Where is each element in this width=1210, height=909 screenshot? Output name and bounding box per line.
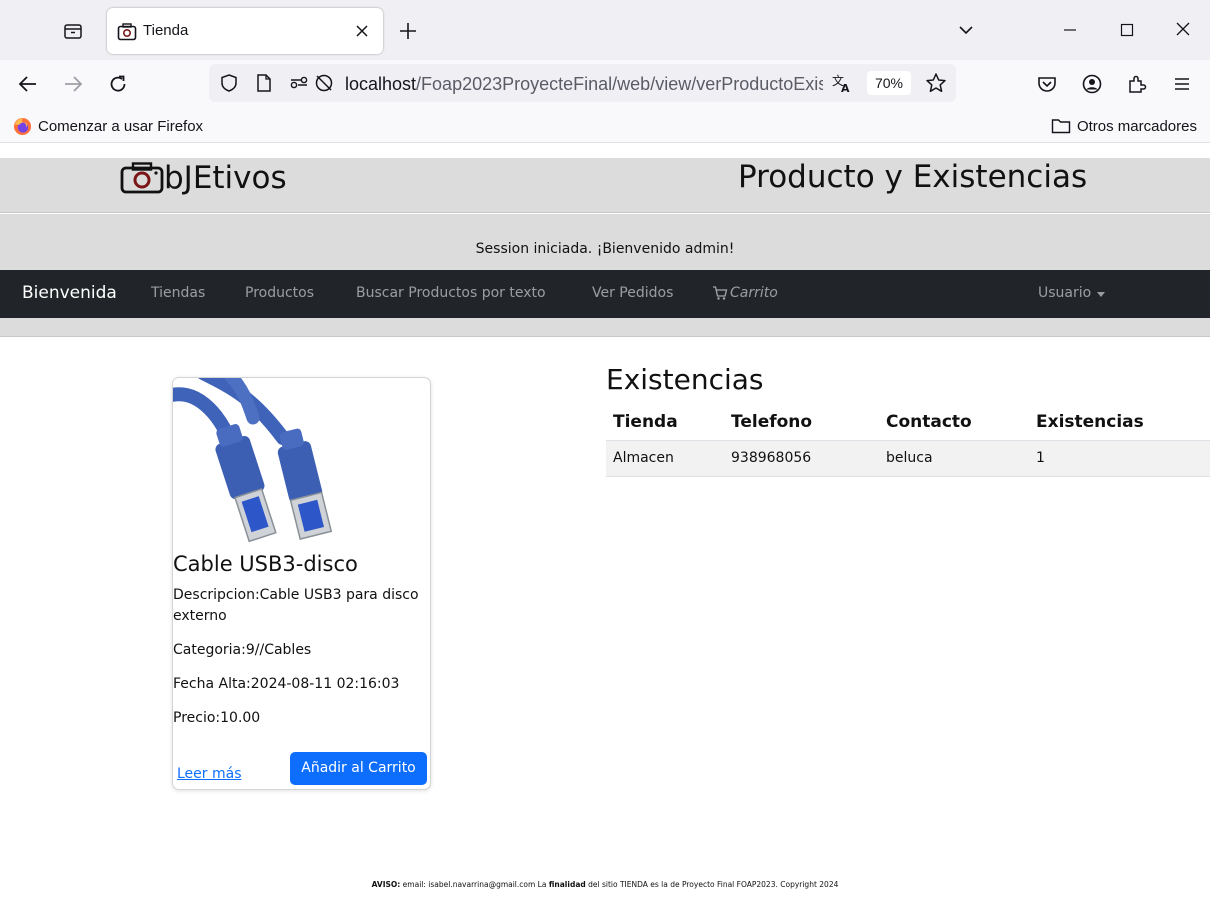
- product-image: [173, 378, 349, 550]
- translate-icon[interactable]: 文A: [831, 72, 853, 94]
- product-card: Cable USB3-disco Descripcion:Cable USB3 …: [172, 377, 431, 790]
- bookmark-firefox-label: Comenzar a usar Firefox: [38, 118, 204, 135]
- table-header-row: Tienda Telefono Contacto Existencias: [606, 405, 1210, 441]
- column-header: Tienda: [606, 405, 724, 441]
- column-header: Telefono: [724, 405, 879, 441]
- account-icon[interactable]: [1081, 73, 1103, 95]
- url-host: localhost: [345, 74, 417, 94]
- table-cell: beluca: [879, 440, 1029, 477]
- bookmark-firefox[interactable]: Comenzar a usar Firefox: [13, 117, 203, 136]
- table-row: Almacen 938968056 beluca 1: [606, 440, 1210, 477]
- back-arrow-icon[interactable]: [17, 73, 39, 95]
- new-tab-plus-icon[interactable]: [397, 20, 419, 42]
- menu-hamburger-icon[interactable]: [1171, 73, 1193, 95]
- page-icon[interactable]: [255, 73, 273, 93]
- site-header: bJEtivos Producto y Existencias: [0, 158, 1210, 213]
- footer-finalidad: finalidad: [548, 880, 586, 889]
- bookmark-star-icon[interactable]: [925, 72, 947, 94]
- user-dropdown[interactable]: Usuario: [1038, 285, 1106, 301]
- cart-label: Carrito: [730, 285, 778, 301]
- zoom-level-button[interactable]: 70%: [867, 71, 911, 95]
- active-tab[interactable]: Tienda: [107, 8, 383, 54]
- firefox-logo-icon: [13, 117, 32, 136]
- nav-item-pedidos[interactable]: Ver Pedidos: [592, 285, 673, 301]
- footer-text: del sitio TIENDA es la de Proyecto Final…: [585, 880, 839, 889]
- minimize-icon[interactable]: [1062, 20, 1078, 40]
- svg-text:A: A: [841, 82, 850, 94]
- tab-close-button[interactable]: [352, 21, 372, 41]
- read-more-link[interactable]: Leer más: [177, 766, 242, 782]
- pocket-icon[interactable]: [1036, 73, 1058, 95]
- nav-item-tiendas[interactable]: Tiendas: [151, 285, 205, 301]
- shield-icon[interactable]: [219, 73, 239, 93]
- footer-la: La: [535, 880, 549, 889]
- bookmarks-toolbar: Comenzar a usar Firefox Otros marcadores: [0, 110, 1210, 143]
- nav-brand[interactable]: Bienvenida: [22, 283, 117, 303]
- session-message: Session iniciada. ¡Bienvenido admin!: [0, 214, 1210, 270]
- forward-arrow-icon[interactable]: [62, 73, 84, 95]
- url-text[interactable]: localhost/Foap2023ProyecteFinal/web/view…: [345, 74, 823, 95]
- browser-navigation-bar: localhost/Foap2023ProyecteFinal/web/view…: [0, 60, 1210, 110]
- blocked-media-icon[interactable]: [313, 73, 335, 93]
- product-category: Categoria:9//Cables: [173, 642, 312, 658]
- url-path: /Foap2023ProyecteFinal/web/view/verProdu…: [416, 74, 823, 94]
- product-description: Descripcion:Cable USB3 para disco extern…: [173, 587, 419, 624]
- close-icon: [356, 25, 368, 37]
- footer-label: AVISO:: [371, 880, 401, 889]
- main-navbar: Bienvenida Tiendas Productos Buscar Prod…: [0, 270, 1210, 318]
- site-logo[interactable]: bJEtivos: [120, 160, 287, 196]
- nav-item-productos[interactable]: Productos: [245, 285, 314, 301]
- product-date: Fecha Alta:2024-08-11 02:16:03: [173, 676, 400, 692]
- list-all-tabs-chevron-icon[interactable]: [958, 20, 974, 40]
- maximize-icon[interactable]: [1119, 20, 1135, 40]
- stock-heading: Existencias: [606, 363, 764, 396]
- column-header: Contacto: [879, 405, 1029, 441]
- extensions-puzzle-icon[interactable]: [1126, 73, 1148, 95]
- web-page: bJEtivos Producto y Existencias Session …: [0, 143, 1210, 909]
- reload-icon[interactable]: [107, 73, 129, 95]
- table-cell: Almacen: [606, 440, 724, 477]
- footer-email-label: email:: [400, 880, 429, 889]
- add-to-cart-button[interactable]: Añadir al Carrito: [290, 752, 427, 785]
- footer-email: isabel.navarrina@gmail.com: [428, 880, 536, 889]
- url-bar[interactable]: localhost/Foap2023ProyecteFinal/web/view…: [209, 64, 956, 102]
- column-header: Existencias: [1029, 405, 1210, 441]
- folder-icon: [1051, 119, 1071, 134]
- stock-table: Tienda Telefono Contacto Existencias Alm…: [606, 405, 1210, 477]
- site-footer: AVISO: email: isabel.navarrina@gmail.com…: [0, 880, 1210, 889]
- page-title: Producto y Existencias: [738, 159, 1088, 195]
- caret-down-icon: [1097, 291, 1106, 297]
- cart-icon: [713, 286, 728, 300]
- browser-tab-bar: Tienda: [0, 0, 1210, 60]
- permissions-icon[interactable]: [289, 73, 309, 93]
- table-cell: 938968056: [724, 440, 879, 477]
- product-price: Precio:10.00: [173, 710, 261, 726]
- tab-list-icon: [64, 24, 82, 39]
- nav-item-buscar[interactable]: Buscar Productos por texto: [356, 285, 546, 301]
- bookmark-other-label: Otros marcadores: [1076, 117, 1197, 135]
- window-close-icon[interactable]: [1175, 20, 1191, 40]
- tab-title: Tienda: [143, 22, 189, 39]
- nav-item-cart[interactable]: Carrito: [712, 285, 778, 301]
- logo-text: bJEtivos: [164, 160, 287, 196]
- bookmark-other[interactable]: Otros marcadores: [1051, 117, 1197, 135]
- sub-header-bar: [0, 318, 1210, 337]
- table-cell: 1: [1029, 440, 1210, 477]
- camera-favicon-icon: [117, 23, 137, 41]
- tab-list-button[interactable]: [56, 14, 90, 48]
- camera-logo-icon: [120, 162, 164, 194]
- product-name: Cable USB3-disco: [173, 552, 358, 576]
- user-label: Usuario: [1038, 285, 1092, 301]
